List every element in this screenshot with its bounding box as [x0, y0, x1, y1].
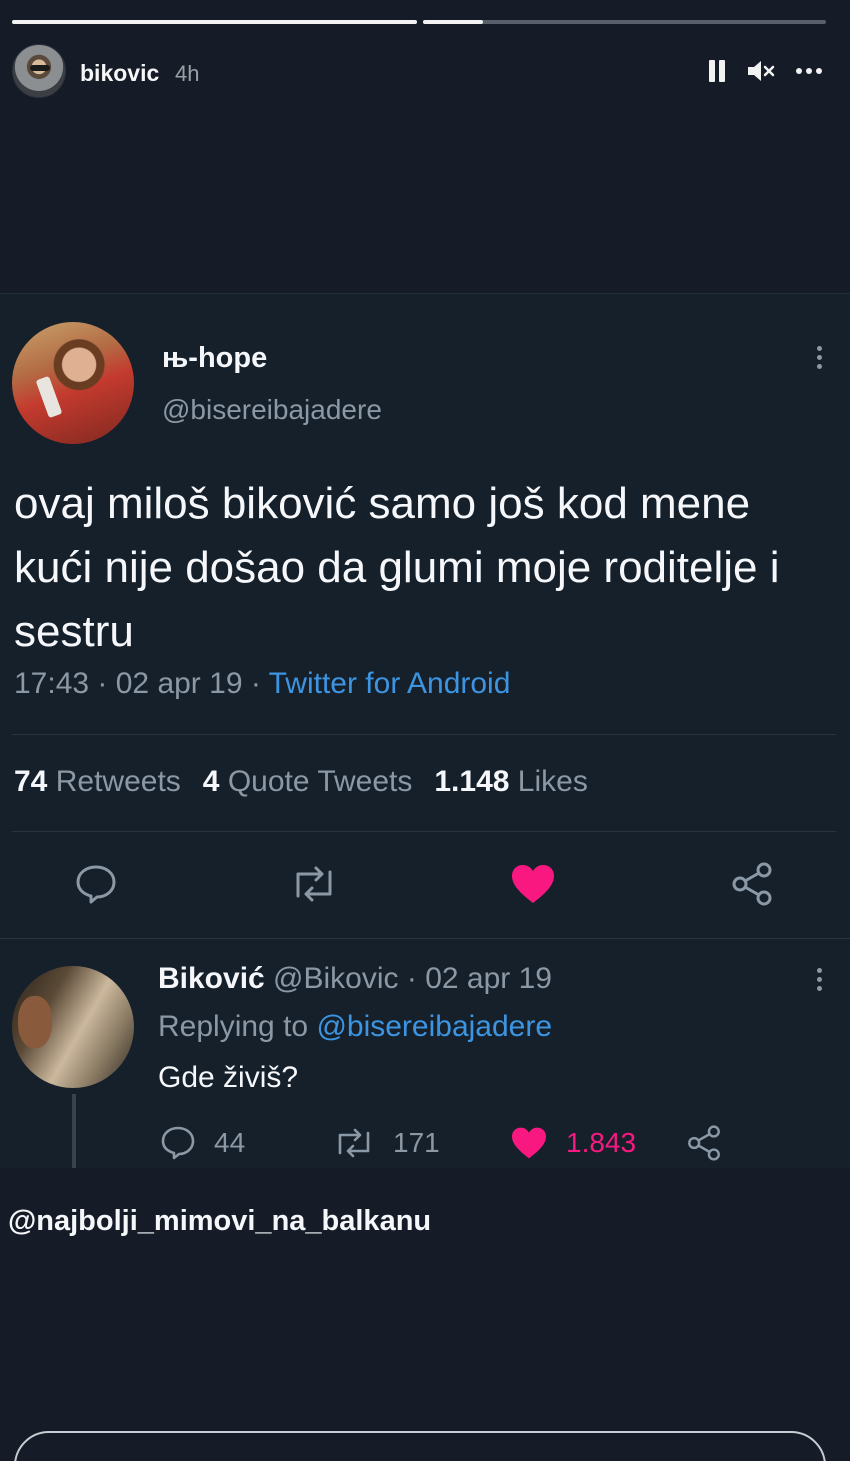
story-header: bikovic 4h [12, 44, 826, 100]
story-controls [704, 56, 826, 86]
tweet-timestamp: 17:43 · 02 apr 19 · [14, 667, 269, 700]
reply-author-avatar[interactable] [12, 966, 134, 1088]
reply-reply-action[interactable]: 44 [160, 1122, 245, 1164]
send-message-input[interactable] [14, 1431, 826, 1461]
divider [12, 734, 836, 735]
likes-stat[interactable]: 1.148 Likes [434, 765, 587, 798]
tweet-author-name[interactable]: њ-hope [162, 342, 267, 375]
reply-retweet-action[interactable]: 171 [333, 1122, 440, 1164]
more-vertical-icon[interactable] [816, 966, 822, 993]
heart-icon[interactable] [508, 859, 558, 909]
reply-handle-date: @Bikovic · 02 apr 19 [264, 962, 552, 995]
reply-header: Biković @Bikovic · 02 apr 19 [158, 962, 552, 996]
more-horizontal-icon[interactable] [792, 56, 826, 86]
tweet-source-link[interactable]: Twitter for Android [269, 667, 511, 700]
replying-to-label: Replying to [158, 1010, 317, 1043]
reply-like-count: 1.843 [566, 1127, 637, 1158]
replying-to: Replying to @bisereibajadere [158, 1010, 552, 1044]
volume-muted-icon[interactable] [744, 56, 778, 86]
reply-author-name[interactable]: Biković [158, 962, 265, 995]
story-time: 4h [175, 61, 200, 86]
story-progress-bar-2 [423, 20, 826, 24]
reply-reply-count: 44 [214, 1127, 246, 1158]
story-progress-fill-2 [423, 20, 484, 24]
divider [12, 831, 836, 832]
divider [0, 938, 850, 939]
story-username[interactable]: bikovic [80, 60, 159, 87]
reply-icon[interactable] [71, 859, 121, 909]
story-progress-bar-1 [12, 20, 417, 24]
pause-icon[interactable] [704, 56, 730, 86]
retweet-icon[interactable] [289, 859, 339, 909]
retweets-stat[interactable]: 74 Retweets [14, 765, 181, 798]
story-user-avatar[interactable] [12, 44, 66, 98]
reply-like-action[interactable]: 1.843 [510, 1122, 636, 1164]
share-icon[interactable] [727, 859, 777, 909]
reply-share-action[interactable] [686, 1122, 740, 1164]
replying-to-mention[interactable]: @bisereibajadere [316, 1010, 552, 1043]
tweet-text: ovaj miloš biković samo još kod mene kuć… [14, 479, 780, 656]
tweet-meta: 17:43 · 02 apr 19 · Twitter for Android [14, 667, 510, 701]
thread-line [72, 1094, 76, 1168]
tweet-stats: 74 Retweets 4 Quote Tweets 1.148 Likes [14, 765, 588, 799]
story-progress-fill-1 [12, 20, 417, 24]
reply-text: Gde živiš? [158, 1061, 299, 1094]
reply-retweet-count: 171 [393, 1127, 440, 1158]
tweet-author-handle[interactable]: @bisereibajadere [162, 394, 382, 426]
tweet-author-avatar[interactable] [12, 322, 134, 444]
meme-page-credit[interactable]: @najbolji_mimovi_na_balkanu [8, 1205, 431, 1238]
quote-tweets-stat[interactable]: 4 Quote Tweets [203, 765, 413, 798]
more-vertical-icon[interactable] [816, 344, 822, 371]
